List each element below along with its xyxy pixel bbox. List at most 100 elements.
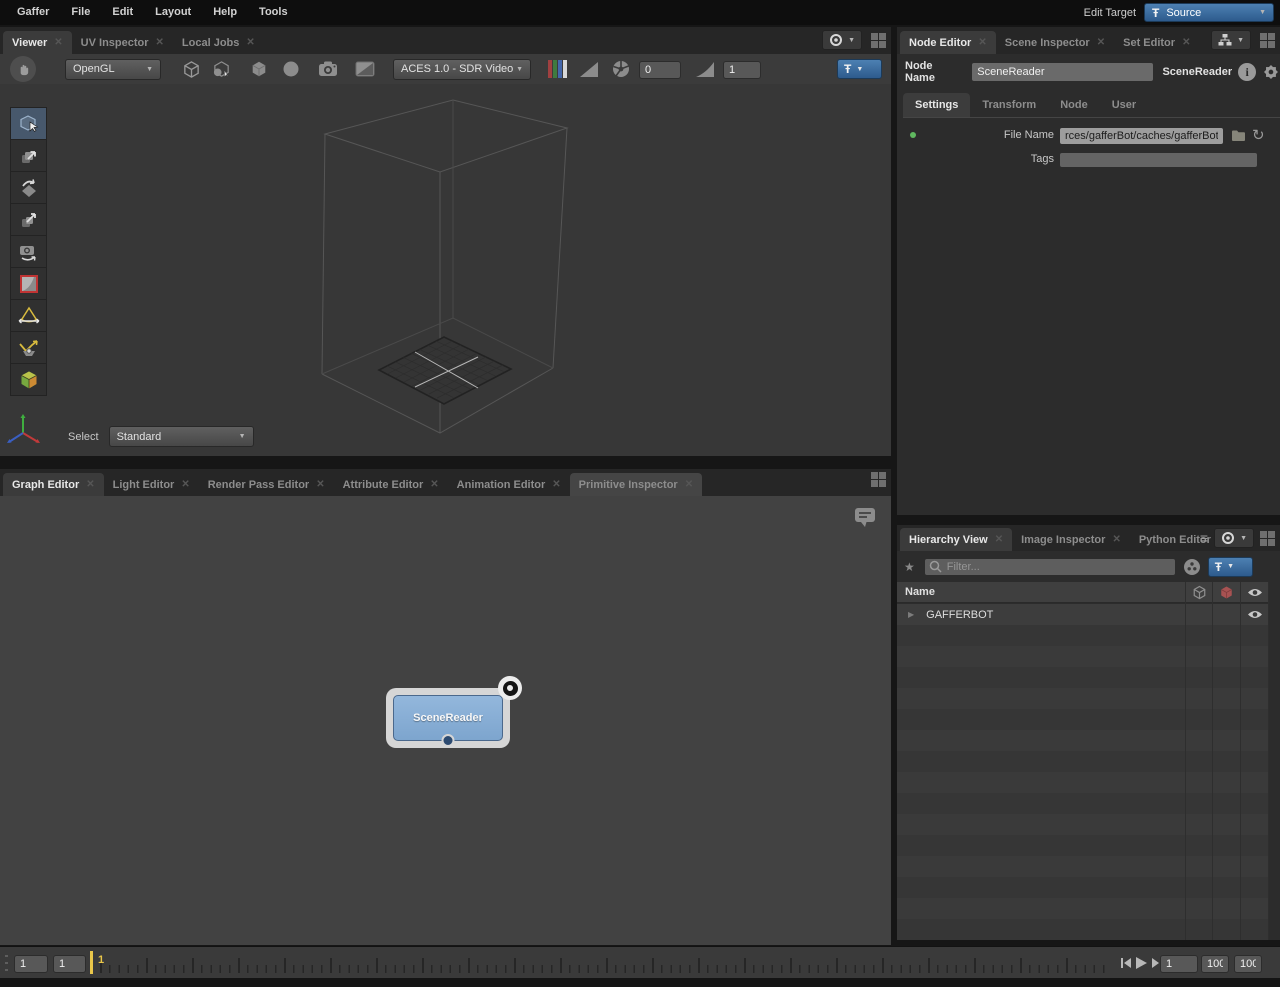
tab-node-editor[interactable]: Node Editor ✕: [900, 31, 996, 54]
wireframe-shading-button[interactable]: [179, 58, 203, 80]
close-icon[interactable]: ✕: [1112, 534, 1120, 545]
layout-grid-icon[interactable]: [871, 32, 886, 48]
refresh-icon[interactable]: ↻: [1252, 128, 1265, 143]
node-name-field[interactable]: [971, 62, 1155, 82]
renderer-dropdown[interactable]: OpenGL ▼: [65, 58, 161, 80]
gamma-field[interactable]: [723, 60, 761, 79]
subtab-transform[interactable]: Transform: [970, 93, 1048, 117]
close-icon[interactable]: ✕: [1097, 37, 1105, 48]
edit-target-dropdown[interactable]: Ŧ Source ▼: [1144, 3, 1274, 22]
tab-scene-inspector[interactable]: Scene Inspector ✕: [996, 31, 1114, 54]
star-icon[interactable]: ★: [904, 560, 915, 574]
close-icon[interactable]: ✕: [685, 479, 693, 490]
solid-shading-button[interactable]: [247, 58, 271, 80]
file-name-field[interactable]: [1059, 126, 1224, 145]
layout-grid-icon[interactable]: [1260, 530, 1275, 546]
node-graph-follow-button[interactable]: ▼: [1211, 30, 1251, 50]
filter-input[interactable]: [923, 558, 1176, 576]
gear-icon[interactable]: [1262, 63, 1280, 81]
close-icon[interactable]: ✕: [181, 479, 189, 490]
node-expansion-indicator[interactable]: [498, 676, 522, 700]
menu-tools[interactable]: Tools: [248, 0, 299, 25]
end-frame-field[interactable]: [1234, 955, 1262, 973]
tool-translate[interactable]: [10, 139, 47, 172]
close-icon[interactable]: ✕: [552, 479, 560, 490]
tab-animation-editor[interactable]: Animation Editor ✕: [448, 473, 570, 496]
play-icon[interactable]: [1135, 956, 1148, 970]
playback-start-field[interactable]: [53, 955, 86, 973]
close-icon[interactable]: ✕: [156, 37, 164, 48]
name-column-header[interactable]: Name: [905, 586, 935, 598]
sphere-bounds-button[interactable]: [279, 58, 303, 80]
aperture-button[interactable]: [609, 58, 633, 80]
subtab-user[interactable]: User: [1100, 93, 1148, 117]
close-icon[interactable]: ✕: [54, 37, 62, 48]
close-icon[interactable]: ✕: [246, 37, 254, 48]
tab-render-pass-editor[interactable]: Render Pass Editor ✕: [199, 473, 334, 496]
close-icon[interactable]: ✕: [316, 479, 324, 490]
camera-drag-button[interactable]: [10, 56, 36, 82]
tab-primitive-inspector[interactable]: Primitive Inspector ✕: [569, 473, 703, 496]
display-transform-dropdown[interactable]: ACES 1.0 - SDR Video ▼: [393, 58, 531, 80]
channels-button[interactable]: [545, 58, 569, 80]
history-target-button[interactable]: ▼: [822, 30, 862, 50]
tags-field[interactable]: [1059, 152, 1258, 168]
close-icon[interactable]: ✕: [86, 479, 94, 490]
close-icon[interactable]: ✕: [1182, 37, 1190, 48]
scene-reader-node[interactable]: SceneReader: [386, 676, 522, 748]
tab-uv-inspector[interactable]: UV Inspector ✕: [72, 31, 173, 54]
tool-visualiser[interactable]: [10, 363, 47, 396]
tool-crop-window[interactable]: [10, 267, 47, 300]
exposure-field[interactable]: [639, 60, 681, 79]
hierarchy-pin-dropdown[interactable]: Ŧ ▼: [1207, 556, 1253, 577]
playback-end-field[interactable]: [1201, 955, 1229, 973]
frame-ruler[interactable]: [100, 951, 1110, 973]
tool-rotate[interactable]: [10, 171, 47, 204]
image-comparison-button[interactable]: [353, 58, 377, 80]
viewer-pin-dropdown[interactable]: Ŧ ▼: [837, 59, 882, 79]
subtab-settings[interactable]: Settings: [903, 93, 971, 117]
layout-grid-icon[interactable]: [871, 472, 886, 487]
tab-graph-editor[interactable]: Graph Editor ✕: [3, 473, 104, 496]
tab-set-editor[interactable]: Set Editor ✕: [1114, 31, 1199, 54]
menu-gaffer[interactable]: Gaffer: [6, 0, 60, 25]
skip-to-start-icon[interactable]: [1120, 957, 1132, 969]
subtab-node[interactable]: Node: [1048, 93, 1100, 117]
tab-viewer[interactable]: Viewer ✕: [3, 31, 72, 54]
row-visibility-toggle[interactable]: [1241, 604, 1268, 625]
history-target-button[interactable]: ▼: [1214, 528, 1254, 548]
tab-light-editor[interactable]: Light Editor ✕: [104, 473, 199, 496]
annotation-bubble-icon[interactable]: [853, 506, 877, 528]
close-icon[interactable]: ✕: [995, 534, 1003, 545]
current-frame-field[interactable]: [1160, 955, 1198, 973]
expand-arrow-icon[interactable]: ▶: [908, 610, 914, 619]
start-frame-field[interactable]: [14, 955, 48, 973]
info-icon[interactable]: i: [1238, 63, 1257, 81]
expansion-button[interactable]: [210, 58, 234, 80]
layout-grid-icon[interactable]: [1260, 32, 1275, 48]
menu-file[interactable]: File: [60, 0, 101, 25]
visibility-column-header[interactable]: [1241, 582, 1268, 603]
select-mode-dropdown[interactable]: Standard ▼: [108, 426, 254, 447]
exposure-button[interactable]: [577, 58, 601, 80]
playhead[interactable]: [90, 951, 93, 974]
tool-select[interactable]: [10, 107, 47, 140]
expansion-column-header[interactable]: [1186, 582, 1213, 603]
menu-icon[interactable]: ≡: [1200, 531, 1208, 545]
close-icon[interactable]: ✕: [430, 479, 438, 490]
menu-layout[interactable]: Layout: [144, 0, 202, 25]
viewer-viewport[interactable]: Select Standard ▼: [0, 84, 891, 456]
folder-icon[interactable]: [1231, 129, 1246, 142]
render-visibility-column-header[interactable]: [1213, 582, 1240, 603]
tab-image-inspector[interactable]: Image Inspector ✕: [1012, 528, 1130, 551]
tab-attribute-editor[interactable]: Attribute Editor ✕: [334, 473, 448, 496]
tool-light-position[interactable]: [10, 331, 47, 364]
lens-filter-icon[interactable]: [1183, 558, 1201, 576]
timeline-grip[interactable]: [5, 955, 8, 971]
menu-help[interactable]: Help: [202, 0, 248, 25]
menu-edit[interactable]: Edit: [101, 0, 144, 25]
tool-light[interactable]: [10, 299, 47, 332]
node-output-port[interactable]: [441, 734, 455, 747]
graph-canvas[interactable]: SceneReader: [0, 496, 891, 945]
tool-scale[interactable]: [10, 203, 47, 236]
